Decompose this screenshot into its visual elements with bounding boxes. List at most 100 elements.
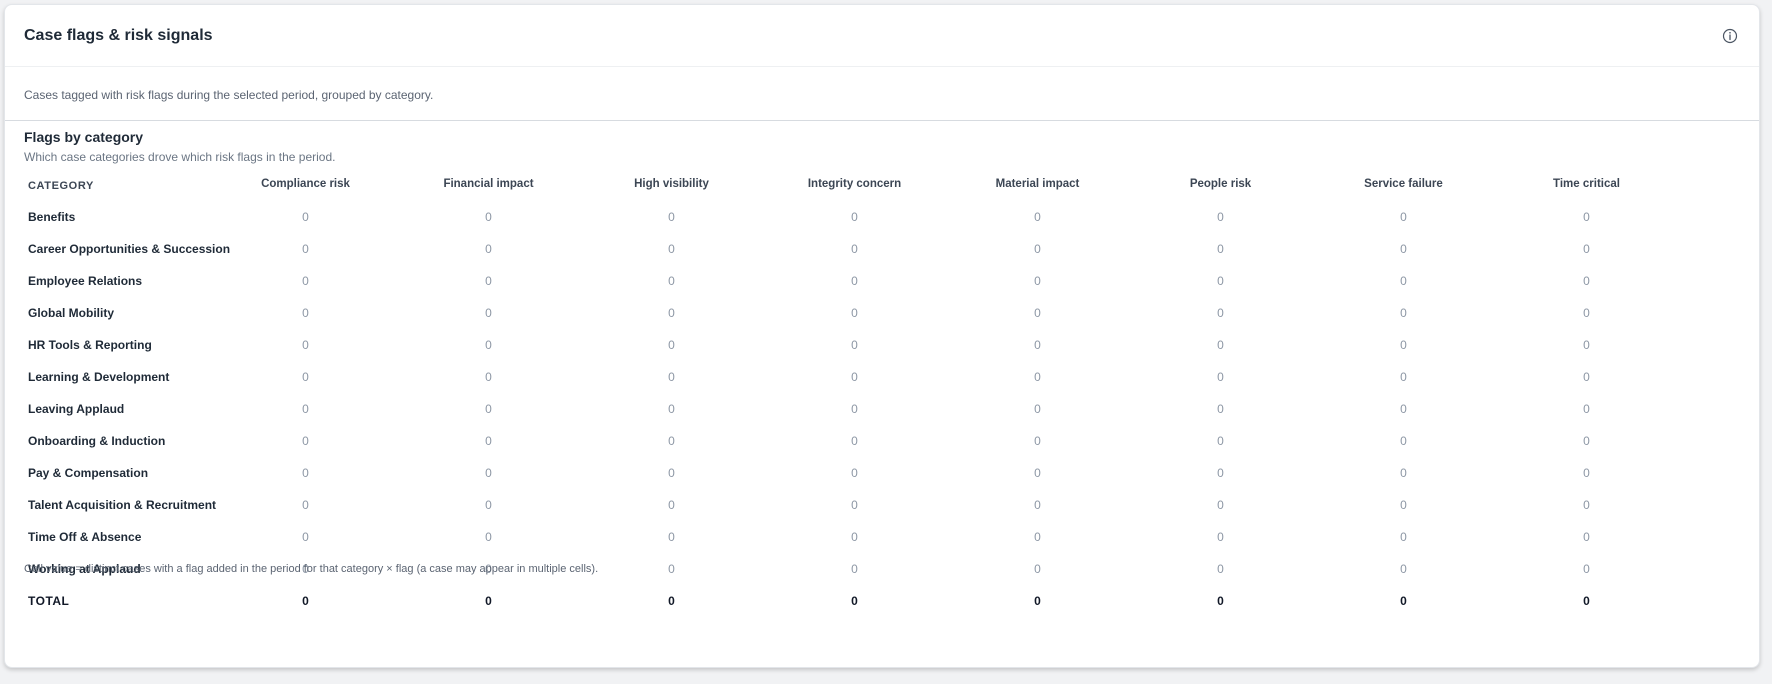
table-cell-value: 0 [1400,498,1407,512]
row-category-label: Pay & Compensation [28,466,149,480]
table-cell-value: 0 [1400,274,1407,288]
table-cell-value: 0 [1400,306,1407,320]
table-cell-value: 0 [1217,370,1224,384]
total-cell-value: 0 [1217,594,1224,608]
table-cell-value: 0 [302,370,309,384]
table-cell-value: 0 [302,210,309,224]
table-cell-value: 0 [485,242,492,256]
table-cell-value: 0 [851,434,858,448]
table-cell-value: 0 [485,530,492,544]
row-category-label: Employee Relations [28,274,143,288]
table-cell-value: 0 [668,274,675,288]
table-cell-value: 0 [668,530,675,544]
table-cell-value: 0 [1400,530,1407,544]
case-flags-card: Case flags & risk signals Cases tagged w… [4,4,1760,668]
table-cell-value: 0 [668,370,675,384]
total-cell-value: 0 [851,594,858,608]
flags-matrix-table: CATEGORY Compliance risk Financial impact… [28,173,1678,617]
table-cell-value: 0 [1583,210,1590,224]
table-cell-value: 0 [851,274,858,288]
table-cell-value: 0 [1583,402,1590,416]
table-cell-value: 0 [1583,306,1590,320]
table-cell-value: 0 [302,434,309,448]
table-cell-value: 0 [668,210,675,224]
table-cell-value: 0 [851,370,858,384]
row-category-label: Benefits [28,210,76,224]
table-cell-value: 0 [1034,498,1041,512]
table-cell-value: 0 [1217,338,1224,352]
total-cell-value: 0 [668,594,675,608]
column-header: Integrity concern [807,178,902,190]
table-cell-value: 0 [1583,274,1590,288]
table-cell-value: 0 [302,338,309,352]
table-cell-value: 0 [485,306,492,320]
category-column-header: CATEGORY [28,180,94,192]
table-cell-value: 0 [851,338,858,352]
table-cell-value: 0 [1217,434,1224,448]
info-icon[interactable] [1721,27,1739,45]
table-cell-value: 0 [1583,370,1590,384]
table-cell-value: 0 [1217,498,1224,512]
row-category-label: Learning & Development [28,370,170,384]
table-cell-value: 0 [1583,338,1590,352]
table-cell-value: 0 [668,242,675,256]
table-row: Employee Relations 0 0 0 0 0 0 0 0 [28,265,1678,297]
card-title: Case flags & risk signals [24,26,213,44]
section-title: Flags by category [24,129,144,145]
table-cell-value: 0 [1034,466,1041,480]
table-cell-value: 0 [485,402,492,416]
table-cell-value: 0 [668,498,675,512]
table-cell-value: 0 [851,498,858,512]
column-header: Service failure [1364,178,1443,190]
table-cell-value: 0 [485,210,492,224]
table-cell-value: 0 [668,562,675,576]
row-category-label: Leaving Applaud [28,402,125,416]
table-cell-value: 0 [1400,242,1407,256]
table-cell-value: 0 [302,306,309,320]
table-cell-value: 0 [1400,210,1407,224]
table-cell-value: 0 [1034,562,1041,576]
table-cell-value: 0 [1217,242,1224,256]
total-cell-value: 0 [1034,594,1041,608]
table-cell-value: 0 [1217,530,1224,544]
table-cell-value: 0 [485,274,492,288]
table-cell-value: 0 [1034,210,1041,224]
column-header: Financial impact [443,178,534,190]
column-header: Compliance risk [261,178,350,190]
table-cell-value: 0 [668,306,675,320]
total-row: TOTAL 0 0 0 0 0 0 0 0 [28,585,1678,617]
table-row: Global Mobility 0 0 0 0 0 0 0 0 [28,297,1678,329]
table-cell-value: 0 [1034,434,1041,448]
table-cell-value: 0 [668,338,675,352]
table-row: Onboarding & Induction 0 0 0 0 0 0 0 0 [28,425,1678,457]
total-label: TOTAL [28,594,70,608]
column-header: Time critical [1553,178,1620,190]
table-cell-value: 0 [1034,306,1041,320]
footnote: Cell value = distinct cases with a flag … [24,563,599,575]
table-cell-value: 0 [1583,466,1590,480]
table-row: Talent Acquisition & Recruitment 0 0 0 0 0 0 0 0 [28,489,1678,521]
total-cell-value: 0 [1400,594,1407,608]
table-cell-value: 0 [1034,530,1041,544]
table-cell-value: 0 [302,274,309,288]
table-cell-value: 0 [1034,242,1041,256]
table-cell-value: 0 [1400,562,1407,576]
column-header: High visibility [634,178,709,190]
table-cell-value: 0 [1583,530,1590,544]
flags-by-category-section: Flags by category Which case categories … [5,121,1759,617]
table-cell-value: 0 [1583,434,1590,448]
table-row: Time Off & Absence 0 0 0 0 0 0 0 0 [28,521,1678,553]
table-cell-value: 0 [851,210,858,224]
table-cell-value: 0 [485,370,492,384]
table-cell-value: 0 [1217,274,1224,288]
table-cell-value: 0 [485,466,492,480]
section-subtitle: Which case categories drove which risk f… [24,150,336,164]
table-cell-value: 0 [1217,306,1224,320]
card-header: Case flags & risk signals [5,5,1759,67]
total-cell-value: 0 [485,594,492,608]
table-cell-value: 0 [485,498,492,512]
table-cell-value: 0 [302,402,309,416]
table-cell-value: 0 [851,242,858,256]
table-row: Leaving Applaud 0 0 0 0 0 0 0 0 [28,393,1678,425]
table-cell-value: 0 [1034,338,1041,352]
